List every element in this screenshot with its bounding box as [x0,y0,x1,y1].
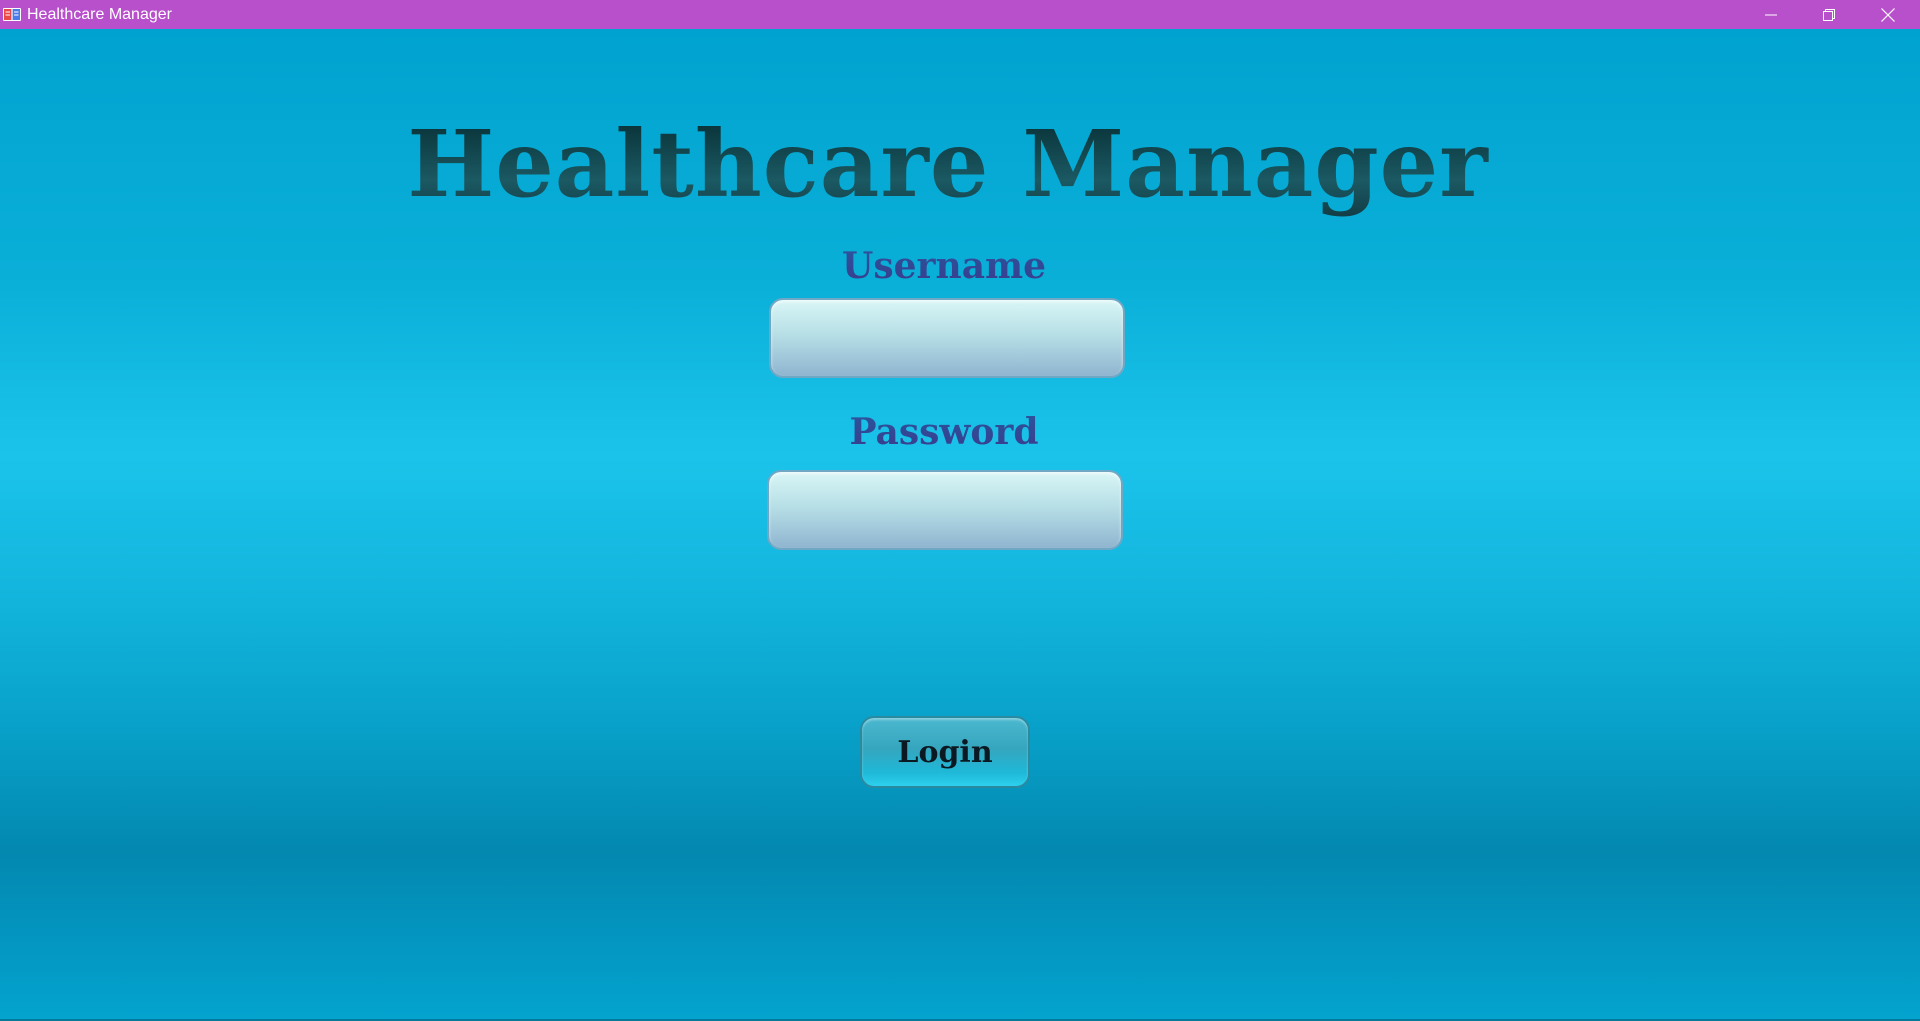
close-icon [1881,7,1895,22]
password-label: Password [744,410,1144,454]
app-heading: Healthcare Manager [0,109,1896,219]
login-button[interactable]: Login [860,716,1030,788]
window-titlebar[interactable]: Healthcare Manager [0,0,1920,29]
username-label: Username [744,244,1144,288]
restore-icon [1823,8,1835,21]
username-input[interactable] [769,298,1125,378]
open-book-icon [3,6,21,22]
window-title: Healthcare Manager [27,6,172,23]
password-input[interactable] [767,470,1123,550]
minimize-button[interactable] [1742,0,1800,29]
minimize-icon [1765,9,1777,21]
close-button[interactable] [1859,0,1917,29]
maximize-button[interactable] [1800,0,1858,29]
